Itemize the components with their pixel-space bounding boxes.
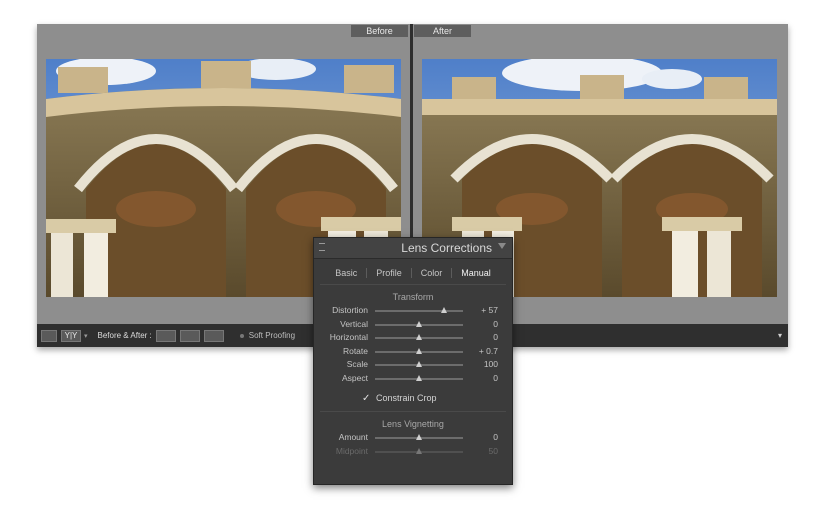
constrain-crop-checkbox[interactable]: ✓	[362, 393, 374, 404]
amount-slider[interactable]	[375, 434, 463, 440]
aspect-slider-row: Aspect 0	[314, 372, 512, 386]
horizontal-slider[interactable]	[375, 334, 463, 340]
distortion-slider-row: Distortion + 57	[314, 304, 512, 318]
vertical-slider[interactable]	[375, 320, 463, 327]
copy-before-to-after-button[interactable]	[155, 329, 176, 342]
amount-slider-thumb[interactable]	[416, 434, 422, 440]
soft-proofing-label: Soft Proofing	[248, 331, 296, 340]
horizontal-value[interactable]: 0	[493, 332, 498, 342]
panel-header[interactable]: Lens Corrections	[314, 238, 512, 259]
before-label: Before	[351, 25, 408, 37]
panel-tabs: Basic Profile Color Manual	[314, 262, 512, 284]
aspect-label: Aspect	[342, 372, 368, 383]
section-separator	[320, 411, 506, 412]
before-after-label: Before & After :	[97, 331, 152, 340]
scale-slider-row: Scale 100	[314, 358, 512, 372]
chevron-down-icon[interactable]: ▾	[778, 331, 782, 340]
distortion-label: Distortion	[332, 305, 368, 315]
before-after-view-button[interactable]: Y|Y	[61, 329, 81, 342]
vertical-value[interactable]: 0	[493, 319, 498, 329]
scale-slider[interactable]	[375, 361, 463, 367]
tab-profile[interactable]: Profile	[367, 268, 412, 278]
rotate-value[interactable]: + 0.7	[479, 346, 498, 356]
midpoint-slider	[375, 447, 463, 454]
constrain-crop-label[interactable]: Constrain Crop	[376, 393, 437, 403]
loupe-view-icon[interactable]	[41, 329, 57, 342]
copy-after-to-before-button[interactable]	[179, 329, 200, 342]
aspect-slider-thumb[interactable]	[416, 374, 422, 381]
amount-slider-row: Amount 0	[314, 431, 512, 445]
rotate-slider-thumb[interactable]	[416, 347, 422, 354]
aspect-value[interactable]: 0	[493, 373, 498, 383]
collapse-panel-icon[interactable]	[498, 243, 506, 249]
aspect-slider[interactable]	[375, 374, 463, 381]
distortion-value[interactable]: + 57	[481, 305, 498, 315]
midpoint-slider-row: Midpoint 50	[314, 445, 512, 459]
horizontal-slider-row: Horizontal 0	[314, 331, 512, 345]
tab-manual[interactable]: Manual	[452, 268, 500, 278]
lens-corrections-panel: Lens Corrections Basic Profile Color Man…	[313, 237, 513, 485]
midpoint-value: 50	[488, 445, 498, 456]
rotate-slider[interactable]	[375, 347, 463, 354]
vertical-slider-row: Vertical 0	[314, 318, 512, 332]
amount-label: Amount	[338, 432, 368, 442]
view-mode-dropdown-icon[interactable]: ▾	[84, 332, 88, 340]
distortion-slider[interactable]	[375, 307, 463, 313]
tab-separator	[320, 284, 506, 285]
scale-value[interactable]: 100	[484, 359, 498, 369]
amount-value[interactable]: 0	[493, 432, 498, 442]
scale-label: Scale	[346, 359, 368, 369]
tab-basic[interactable]: Basic	[326, 268, 368, 278]
swap-before-after-button[interactable]	[203, 329, 224, 342]
horizontal-slider-thumb[interactable]	[416, 334, 422, 340]
rotate-label: Rotate	[342, 345, 368, 356]
scale-slider-thumb[interactable]	[416, 361, 422, 367]
vignetting-section-title: Lens Vignetting	[382, 419, 444, 429]
transform-section-title: Transform	[392, 292, 434, 302]
vertical-slider-thumb[interactable]	[416, 320, 422, 327]
rotate-slider-row: Rotate + 0.7	[314, 345, 512, 359]
panel-title: Lens Corrections	[401, 241, 492, 255]
distortion-slider-thumb[interactable]	[441, 307, 448, 313]
midpoint-slider-thumb	[416, 447, 422, 454]
vertical-label: Vertical	[340, 318, 368, 329]
tab-color[interactable]: Color	[412, 268, 453, 278]
midpoint-label: Midpoint	[335, 445, 368, 456]
constrain-crop-row[interactable]: ✓ Constrain Crop	[314, 389, 512, 407]
panel-menu-icon[interactable]	[319, 243, 325, 251]
soft-proofing-checkbox[interactable]	[239, 333, 244, 338]
horizontal-label: Horizontal	[329, 332, 368, 342]
after-label: After	[414, 25, 471, 37]
